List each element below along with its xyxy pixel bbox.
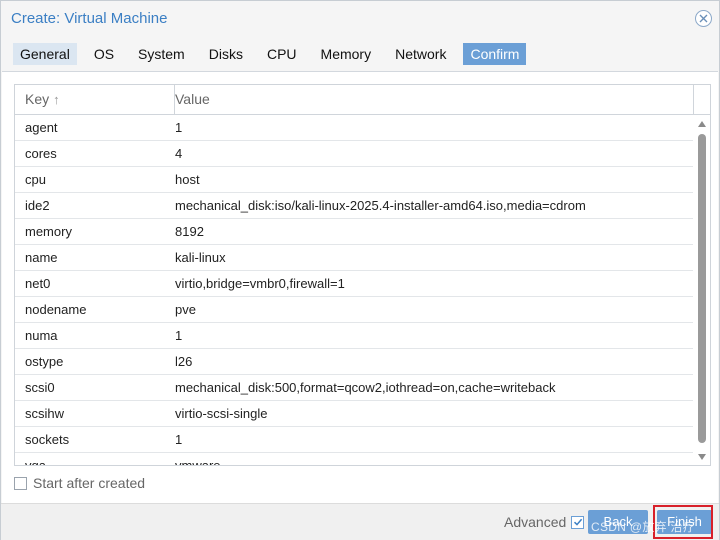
- row-value: 1: [175, 328, 183, 343]
- table-row[interactable]: sockets 1: [15, 427, 693, 453]
- sort-ascending-icon: ↑: [53, 92, 60, 107]
- row-key: net0: [25, 276, 51, 291]
- row-key: numa: [25, 328, 58, 343]
- dialog-title: Create: Virtual Machine: [11, 10, 168, 27]
- vertical-scrollbar[interactable]: [695, 115, 710, 465]
- table-row[interactable]: cores 4: [15, 141, 693, 167]
- watermark-text: CSDN @放弃 治疗: [591, 520, 696, 534]
- row-value: 1: [175, 120, 183, 135]
- row-key: scsihw: [25, 406, 65, 421]
- row-key: ostype: [25, 354, 64, 369]
- table-row[interactable]: vga vmware: [15, 453, 693, 466]
- column-header-key[interactable]: Key ↑: [15, 85, 175, 114]
- table-row[interactable]: ide2 mechanical_disk:iso/kali-linux-2025.…: [15, 193, 693, 219]
- row-value: vmware: [175, 458, 221, 466]
- close-icon[interactable]: [695, 10, 712, 27]
- table-row[interactable]: name kali-linux: [15, 245, 693, 271]
- advanced-checkbox[interactable]: [571, 515, 585, 529]
- tab-os[interactable]: OS: [87, 43, 121, 65]
- checkmark-icon: [573, 518, 582, 526]
- tab-memory[interactable]: Memory: [314, 43, 379, 65]
- scroll-down-arrow-icon[interactable]: [698, 454, 706, 460]
- create-vm-dialog: Create: Virtual Machine General OS Syste…: [0, 0, 720, 540]
- row-key: ide2: [25, 198, 50, 213]
- table-row[interactable]: nodename pve: [15, 297, 693, 323]
- row-value: l26: [175, 354, 193, 369]
- row-value: virtio,bridge=vmbr0,firewall=1: [175, 276, 345, 291]
- row-key: name: [25, 250, 58, 265]
- row-key: memory: [25, 224, 72, 239]
- table-row[interactable]: ostype l26: [15, 349, 693, 375]
- row-key: vga: [25, 458, 46, 466]
- dialog-footer: Advanced Back Finish CSDN @放弃 治疗: [1, 503, 719, 540]
- row-value: 1: [175, 432, 183, 447]
- table-row[interactable]: memory 8192: [15, 219, 693, 245]
- start-after-created-label: Start after created: [33, 475, 146, 491]
- column-header-value[interactable]: Value: [175, 85, 693, 114]
- table-row[interactable]: net0 virtio,bridge=vmbr0,firewall=1: [15, 271, 693, 297]
- row-value: mechanical_disk:iso/kali-linux-2025.4-in…: [175, 198, 586, 213]
- advanced-label: Advanced: [504, 514, 567, 530]
- tab-network[interactable]: Network: [388, 43, 453, 65]
- tab-confirm[interactable]: Confirm: [463, 43, 527, 65]
- row-key: cores: [25, 146, 57, 161]
- table-row[interactable]: agent 1: [15, 115, 693, 141]
- table-row[interactable]: scsi0 mechanical_disk:500,format=qcow2,io…: [15, 375, 693, 401]
- row-value: virtio-scsi-single: [175, 406, 268, 421]
- title-bar: Create: Virtual Machine: [1, 1, 719, 37]
- tab-cpu[interactable]: CPU: [260, 43, 304, 65]
- table-row[interactable]: cpu host: [15, 167, 693, 193]
- settings-grid: Key ↑ Value agent 1 cores 4 cpu host ide2 mec…: [14, 84, 711, 466]
- row-value: kali-linux: [175, 250, 226, 265]
- grid-header: Key ↑ Value: [15, 85, 710, 115]
- row-key: sockets: [25, 432, 70, 447]
- row-value: host: [175, 172, 200, 187]
- scroll-up-arrow-icon[interactable]: [698, 121, 706, 127]
- tab-general[interactable]: General: [13, 43, 77, 65]
- start-after-created-option[interactable]: Start after created: [14, 474, 145, 492]
- advanced-option[interactable]: Advanced: [504, 514, 585, 530]
- confirm-panel: Key ↑ Value agent 1 cores 4 cpu host ide2 mec…: [2, 71, 718, 504]
- row-value: 8192: [175, 224, 204, 239]
- tab-system[interactable]: System: [131, 43, 192, 65]
- scrollbar-thumb[interactable]: [698, 134, 706, 443]
- header-scroll-spacer: [693, 85, 710, 114]
- row-key: scsi0: [25, 380, 55, 395]
- table-row[interactable]: numa 1: [15, 323, 693, 349]
- row-value: mechanical_disk:500,format=qcow2,iothrea…: [175, 380, 556, 395]
- start-after-created-checkbox[interactable]: [14, 476, 27, 490]
- row-key: agent: [25, 120, 58, 135]
- row-key: nodename: [25, 302, 87, 317]
- row-key: cpu: [25, 172, 46, 187]
- wizard-tabs: General OS System Disks CPU Memory Netwo…: [13, 43, 536, 65]
- row-value: pve: [175, 302, 196, 317]
- table-row[interactable]: scsihw virtio-scsi-single: [15, 401, 693, 427]
- tab-disks[interactable]: Disks: [202, 43, 250, 65]
- column-header-key-label: Key: [25, 91, 50, 107]
- grid-body: agent 1 cores 4 cpu host ide2 mechanical_dis…: [15, 115, 693, 466]
- row-value: 4: [175, 146, 183, 161]
